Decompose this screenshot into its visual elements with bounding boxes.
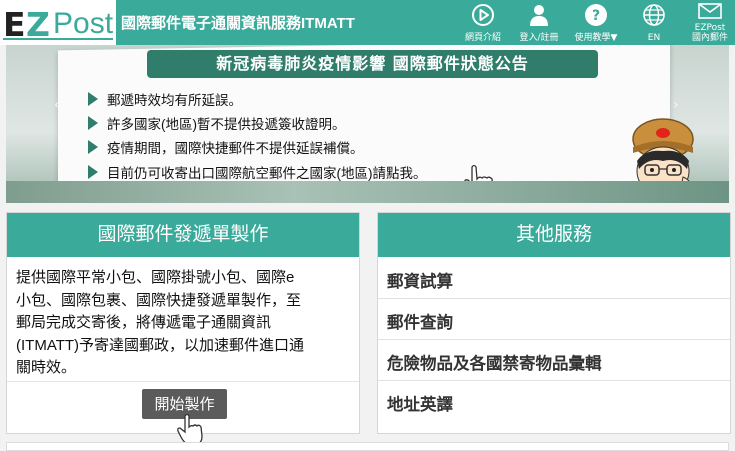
description-line: (ITMATT)予寄達國郵政，以加速郵件進口通 xyxy=(16,336,305,354)
service-item-postage-calc[interactable]: 郵資試算 xyxy=(378,258,730,299)
banner-bullet: 疫情期間，國際快捷郵件不提供延誤補償。 xyxy=(88,136,364,158)
bullet-arrow-icon xyxy=(88,92,98,106)
service-item-label: 地址英譯 xyxy=(387,396,453,414)
dispatch-note-panel: 國際郵件發遞單製作 提供國際平常小包、國際掛號小包、國際e 小包、國際包裹、國際… xyxy=(6,212,360,446)
service-item-prohibited-items[interactable]: 危險物品及各國禁寄物品彙輯 xyxy=(378,340,730,381)
carousel-next-icon[interactable]: › xyxy=(673,97,679,113)
description-line: 提供國際平常小包、國際掛號小包、國際e xyxy=(16,269,295,286)
bullet-text: 疫情期間，國際快捷郵件不提供延誤補償。 xyxy=(107,141,364,156)
bullet-arrow-icon xyxy=(88,116,98,130)
nav-ezpost-domestic[interactable]: EZPost 國內郵件 xyxy=(688,3,732,43)
dispatch-note-panel-title: 國際郵件發遞單製作 xyxy=(7,213,359,257)
user-icon xyxy=(530,5,548,26)
help-icon: ? xyxy=(585,4,607,26)
nav-tutorial-label: 使用教學▼ xyxy=(574,33,618,43)
nav-english-label: EN xyxy=(647,33,661,43)
banner-bottom-strip xyxy=(6,181,729,203)
panel-divider xyxy=(7,381,359,382)
service-item-label: 危險物品及各國禁寄物品彙輯 xyxy=(387,355,602,373)
bottom-panel-edge xyxy=(6,442,729,451)
envelope-icon xyxy=(698,3,722,19)
nav-english[interactable]: EN xyxy=(638,3,670,43)
logo-word-post: Post xyxy=(53,7,114,40)
nav-tutorial-dropdown[interactable]: ? 使用教學▼ xyxy=(569,3,623,43)
play-circle-icon xyxy=(472,4,494,26)
bullet-text: 許多國家(地區)暫不提供投遞簽收證明。 xyxy=(107,117,346,132)
bullet-arrow-icon xyxy=(88,165,98,179)
nav-login-register[interactable]: 登入/註冊 xyxy=(514,3,564,43)
banner-bullet: 郵遞時效均有所延誤。 xyxy=(88,88,242,110)
covid-announcement-banner[interactable]: 新冠病毒肺炎疫情影響 國際郵件狀態公告 郵遞時效均有所延誤。 許多國家(地區)暫… xyxy=(6,45,729,203)
nav-web-intro[interactable]: 網頁介紹 xyxy=(461,3,505,43)
service-item-label: 郵資試算 xyxy=(387,273,453,291)
description-line: 郵局完成交寄後，將傳遞電子通關資訊 xyxy=(16,314,272,331)
ezpost-logo[interactable]: E Z Post xyxy=(0,0,116,45)
description-line: 關時效。 xyxy=(16,359,77,376)
bullet-text: 郵遞時效均有所延誤。 xyxy=(107,93,242,108)
dispatch-note-description: 提供國際平常小包、國際掛號小包、國際e 小包、國際包裹、國際快捷發遞單製作，至 … xyxy=(16,267,356,380)
banner-bullet: 許多國家(地區)暫不提供投遞簽收證明。 xyxy=(88,112,346,134)
service-item-label: 郵件查詢 xyxy=(387,314,453,332)
bullet-arrow-icon xyxy=(88,140,98,154)
other-services-panel-title: 其他服務 xyxy=(378,213,730,257)
nav-domestic-label: 國內郵件 xyxy=(691,33,728,43)
description-line: 小包、國際包裹、國際快捷發遞單製作，至 xyxy=(16,291,302,309)
nav-ezpost-label: EZPost xyxy=(694,23,726,33)
site-title: 國際郵件電子通關資訊服務ITMATT xyxy=(121,15,355,32)
service-item-mail-tracking[interactable]: 郵件查詢 xyxy=(378,299,730,340)
globe-icon xyxy=(643,4,665,26)
top-header: E Z Post 國際郵件電子通關資訊服務ITMATT 網頁介紹 登入/註冊 ?… xyxy=(0,0,735,45)
other-services-panel: 其他服務 郵資試算 郵件查詢 危險物品及各國禁寄物品彙輯 地址英譯 xyxy=(377,212,731,434)
svg-text:?: ? xyxy=(592,8,600,24)
nav-web-intro-label: 網頁介紹 xyxy=(464,33,501,43)
service-item-address-translation[interactable]: 地址英譯 xyxy=(378,381,730,422)
bullet-link-text[interactable]: 目前仍可收寄出口國際航空郵件之國家(地區)請點我。 xyxy=(107,162,427,182)
banner-title: 新冠病毒肺炎疫情影響 國際郵件狀態公告 xyxy=(147,50,598,78)
carousel-prev-icon[interactable]: ‹ xyxy=(54,97,60,113)
nav-login-label: 登入/註冊 xyxy=(519,33,559,43)
logo-underline xyxy=(3,38,113,40)
banner-bullet-link[interactable]: 目前仍可收寄出口國際航空郵件之國家(地區)請點我。 xyxy=(88,161,427,183)
